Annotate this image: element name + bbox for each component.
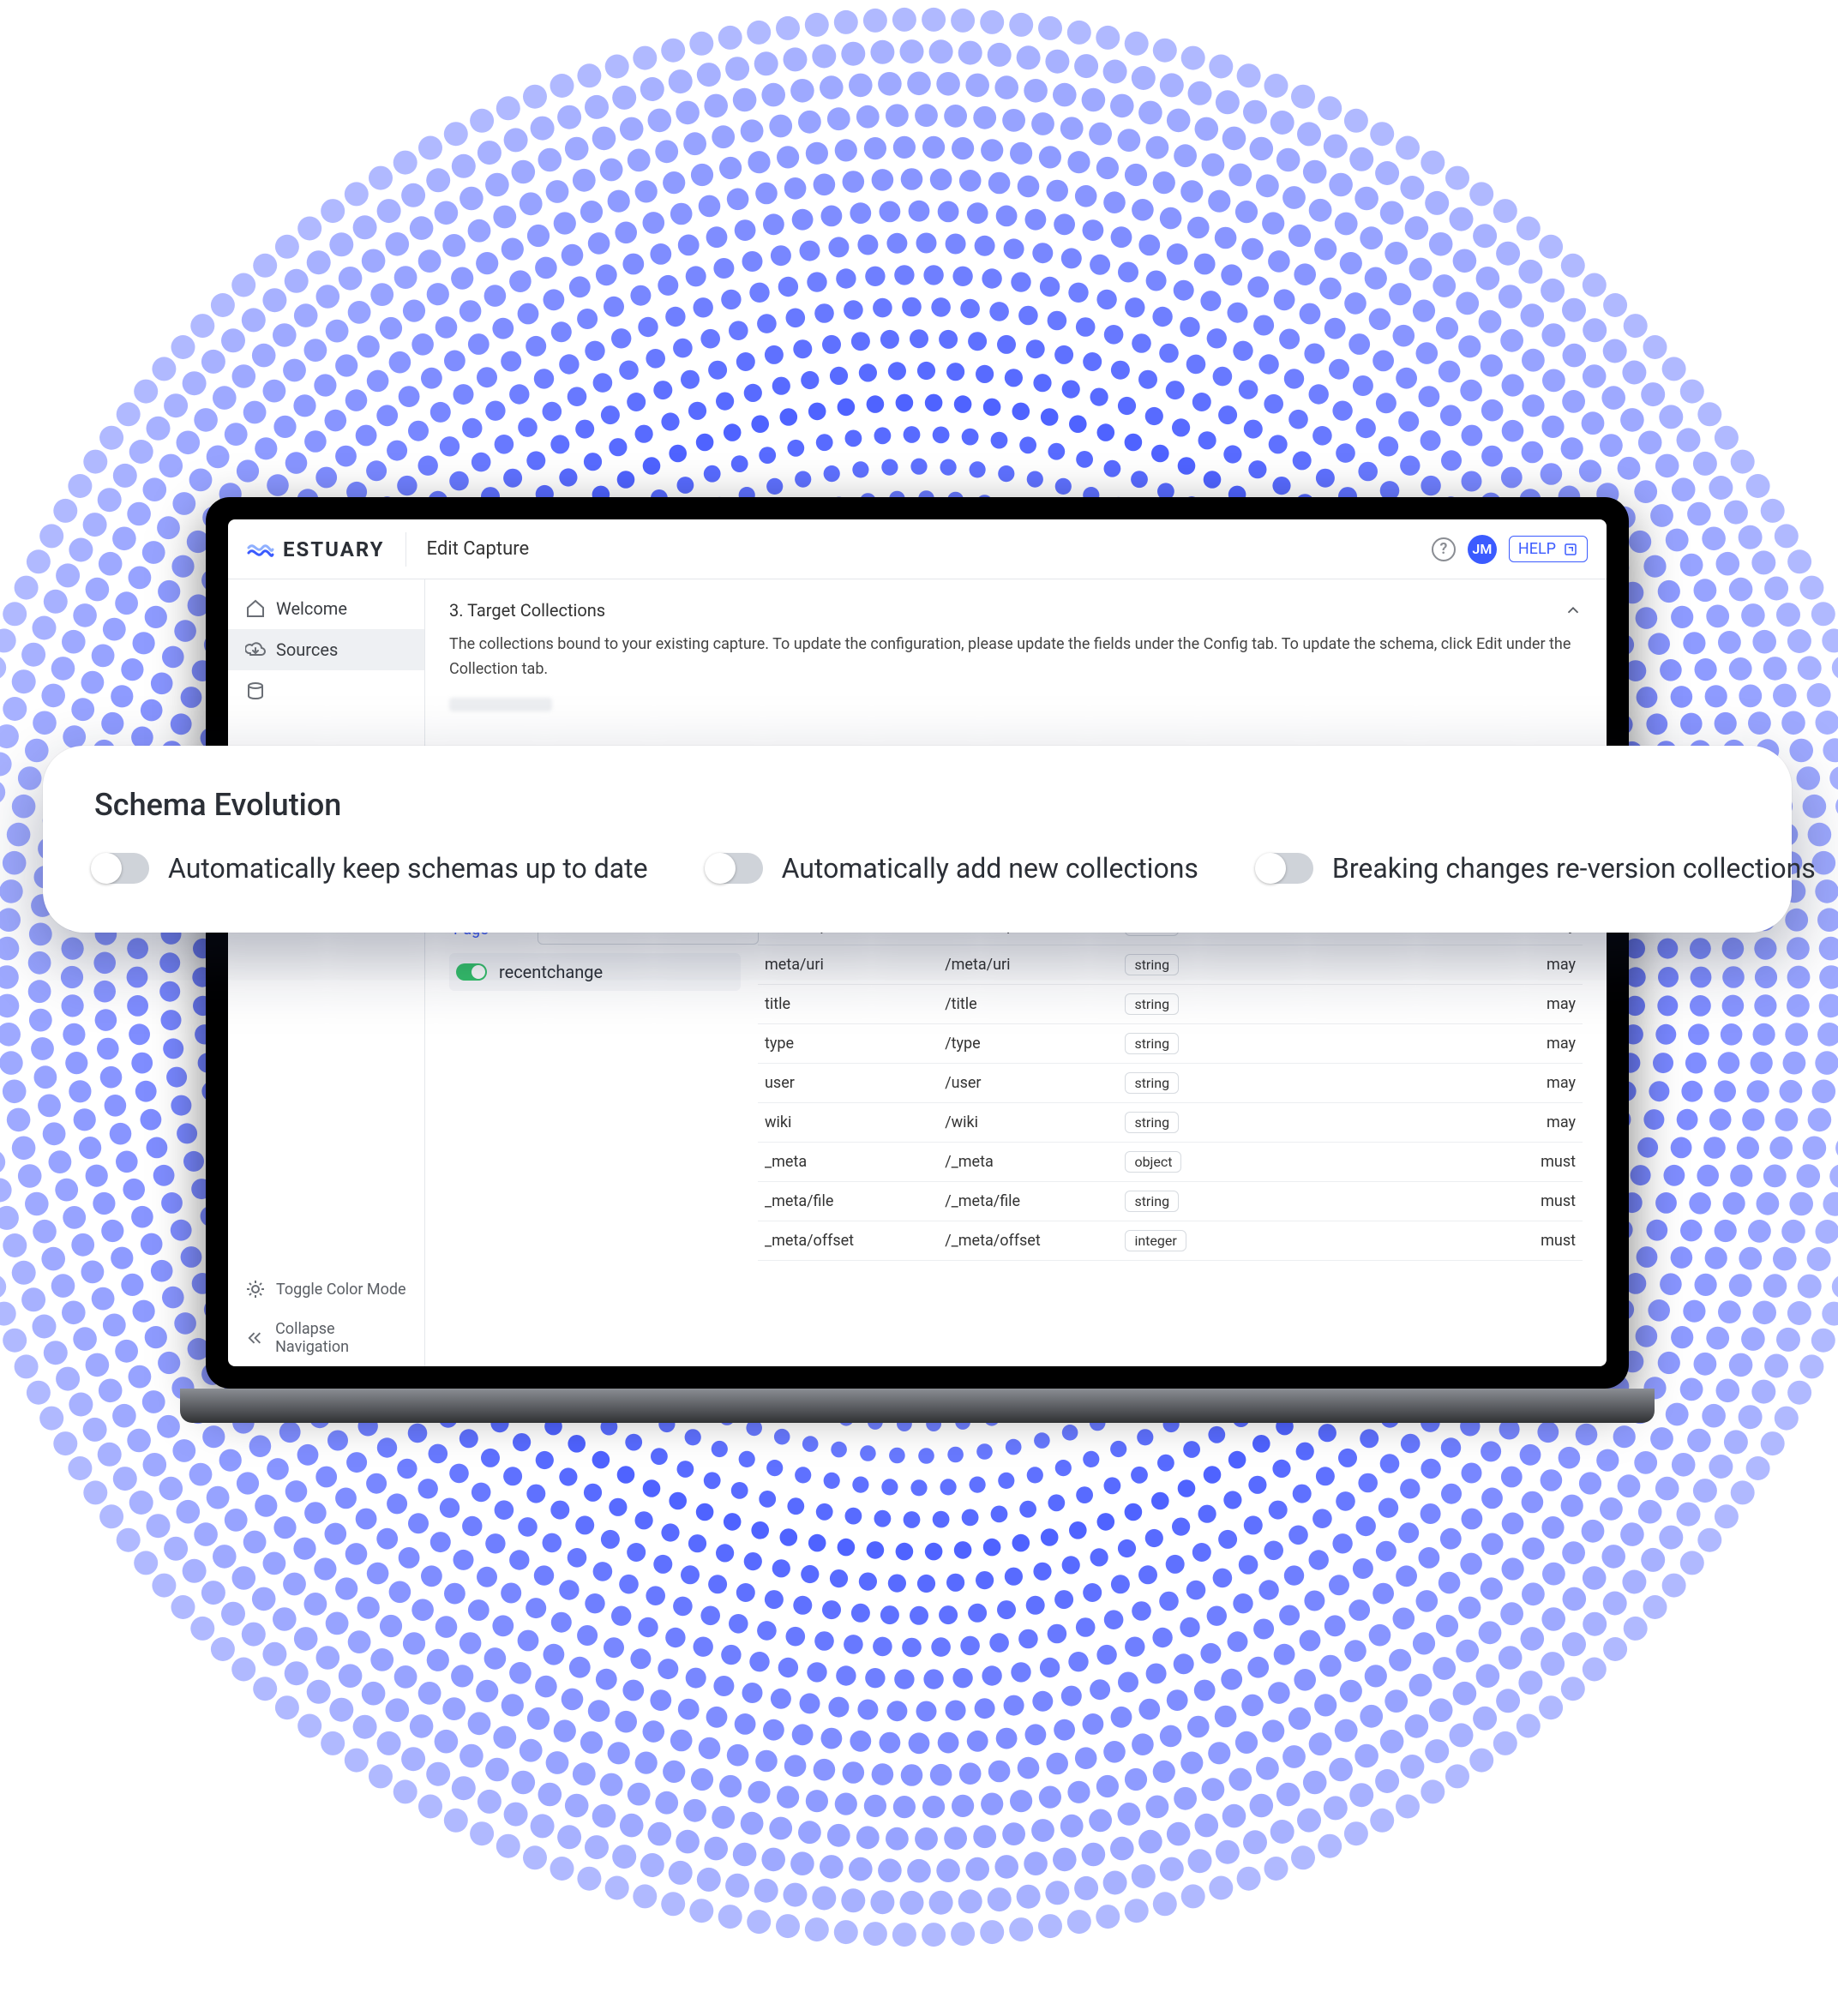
- binding-label: recentchange: [499, 962, 603, 982]
- option-label: Automatically add new collections: [782, 852, 1198, 885]
- sidebar-item-label: Sources: [276, 639, 338, 660]
- sidebar-item-label: Toggle Color Mode: [276, 1281, 406, 1299]
- sidebar-item-label: Collapse Navigation: [275, 1320, 407, 1356]
- database-icon: [245, 681, 266, 701]
- toggle-color-mode[interactable]: Toggle Color Mode: [228, 1269, 424, 1310]
- cell-pointer: /type: [945, 1035, 1125, 1053]
- cell-field: type: [765, 1035, 945, 1053]
- schema-evolution-card: Schema Evolution Automatically keep sche…: [43, 746, 1792, 933]
- sun-icon: [245, 1279, 266, 1299]
- chevron-up-icon[interactable]: [1564, 601, 1583, 620]
- cell-required: may: [1486, 1113, 1576, 1131]
- cell-required: must: [1486, 1232, 1576, 1250]
- table-row: meta/uri/meta/uristring may: [758, 945, 1583, 985]
- overlay-title: Schema Evolution: [94, 787, 1740, 823]
- cell-type: string: [1125, 1072, 1275, 1094]
- laptop-base: [180, 1389, 1655, 1423]
- collapse-navigation[interactable]: Collapse Navigation: [228, 1310, 424, 1366]
- sidebar-item-label: Welcome: [276, 598, 347, 619]
- cell-pointer: /meta/uri: [945, 956, 1125, 974]
- chevron-double-left-icon: [245, 1328, 265, 1348]
- sidebar-item-sources[interactable]: Sources: [228, 629, 424, 670]
- cell-field: _meta/offset: [765, 1232, 945, 1250]
- cell-field: title: [765, 995, 945, 1013]
- cell-required: must: [1486, 1153, 1576, 1171]
- toggle-switch[interactable]: [708, 853, 763, 884]
- sidebar-item-truncated[interactable]: [228, 670, 424, 711]
- cell-type: string: [1125, 954, 1275, 975]
- cell-field: _meta/file: [765, 1192, 945, 1210]
- cell-pointer: /_meta/file: [945, 1192, 1125, 1210]
- toggle-switch[interactable]: [1258, 853, 1313, 884]
- main-content: 3. Target Collections The collections bo…: [425, 579, 1607, 1366]
- help-button-label: HELP: [1518, 540, 1556, 558]
- table-row: _meta/_metaobject must: [758, 1143, 1583, 1182]
- app-window: ESTUARY Edit Capture ? JM HELP: [228, 519, 1607, 1366]
- help-button[interactable]: HELP: [1509, 536, 1588, 562]
- cell-required: must: [1486, 1192, 1576, 1210]
- cloud-download-icon: [245, 639, 266, 660]
- cell-pointer: /_meta/offset: [945, 1232, 1125, 1250]
- table-row: title/titlestring may: [758, 985, 1583, 1024]
- cell-required: may: [1486, 1074, 1576, 1092]
- cell-pointer: /wiki: [945, 1113, 1125, 1131]
- blurred-content: [449, 698, 552, 711]
- section-title: 3. Target Collections: [449, 600, 605, 621]
- cell-type: object: [1125, 1151, 1275, 1173]
- table-row: _meta/file/_meta/filestring must: [758, 1182, 1583, 1221]
- binding-enabled-toggle[interactable]: [456, 963, 487, 981]
- cell-type: integer: [1125, 1230, 1275, 1251]
- sidebar-item-welcome[interactable]: Welcome: [228, 588, 424, 629]
- binding-row[interactable]: recentchange: [449, 953, 741, 991]
- wave-icon: [247, 536, 274, 563]
- cell-type: string: [1125, 1191, 1275, 1212]
- toggle-switch[interactable]: [94, 853, 149, 884]
- cell-pointer: /_meta: [945, 1153, 1125, 1171]
- page-title: Edit Capture: [427, 538, 530, 560]
- option-label: Automatically keep schemas up to date: [168, 852, 648, 885]
- cell-field: user: [765, 1074, 945, 1092]
- avatar[interactable]: JM: [1468, 535, 1497, 564]
- table-row: type/typestring may: [758, 1024, 1583, 1064]
- option-label: Breaking changes re-version collections: [1332, 852, 1816, 885]
- cell-required: may: [1486, 956, 1576, 974]
- sidebar: Welcome Sources: [228, 579, 425, 1366]
- cell-pointer: /user: [945, 1074, 1125, 1092]
- table-row: wiki/wikistring may: [758, 1103, 1583, 1143]
- cell-required: may: [1486, 995, 1576, 1013]
- cell-field: meta/uri: [765, 956, 945, 974]
- cell-type: string: [1125, 1033, 1275, 1054]
- cell-field: _meta: [765, 1153, 945, 1171]
- brand-logo: ESTUARY: [247, 536, 385, 563]
- help-circle-icon[interactable]: ?: [1432, 537, 1456, 561]
- home-icon: [245, 598, 266, 619]
- table-row: _meta/offset/_meta/offsetinteger must: [758, 1221, 1583, 1261]
- cell-required: may: [1486, 1035, 1576, 1053]
- cell-field: wiki: [765, 1113, 945, 1131]
- option-auto-keep-schemas: Automatically keep schemas up to date: [94, 852, 648, 885]
- cell-type: string: [1125, 993, 1275, 1015]
- app-header: ESTUARY Edit Capture ? JM HELP: [228, 519, 1607, 579]
- external-icon: [1563, 542, 1578, 557]
- divider: [405, 532, 406, 567]
- option-breaking-reversion: Breaking changes re-version collections: [1258, 852, 1816, 885]
- table-row: user/userstring may: [758, 1064, 1583, 1103]
- cell-pointer: /title: [945, 995, 1125, 1013]
- cell-type: string: [1125, 1112, 1275, 1133]
- brand-text: ESTUARY: [283, 537, 385, 561]
- option-auto-add-collections: Automatically add new collections: [708, 852, 1198, 885]
- laptop-mockup: ESTUARY Edit Capture ? JM HELP: [180, 497, 1655, 1474]
- section-description: The collections bound to your existing c…: [449, 633, 1583, 682]
